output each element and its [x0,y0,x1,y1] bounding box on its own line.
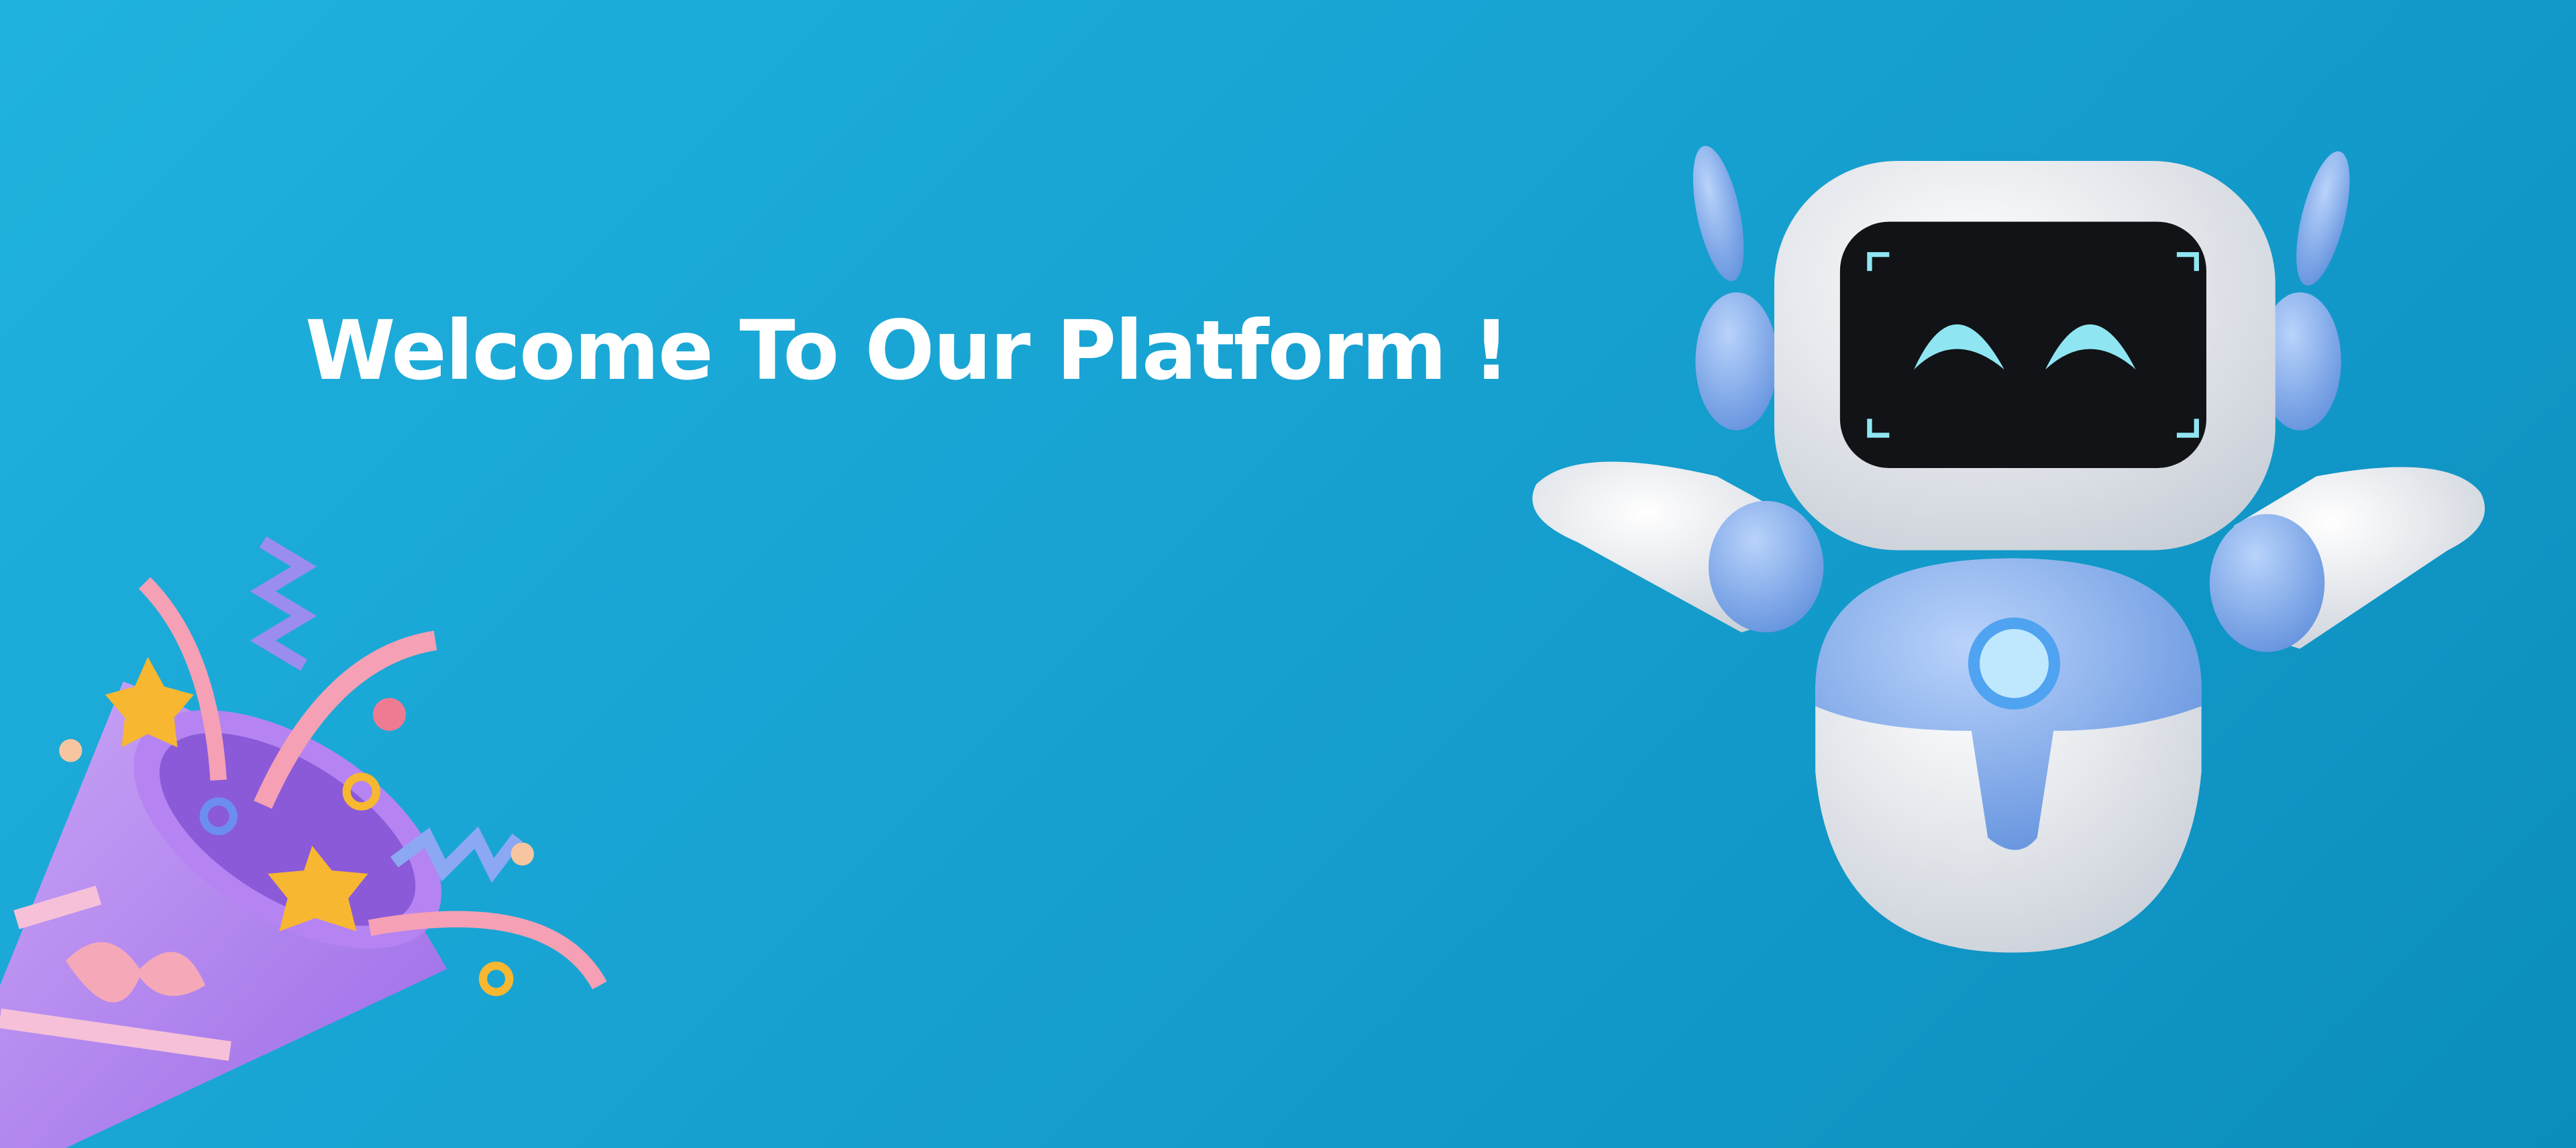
banner-artwork [0,146,2485,1148]
robot-icon [1532,146,2485,953]
welcome-heading: Welcome To Our Platform ! [305,303,1510,398]
party-popper-icon [0,536,607,1148]
